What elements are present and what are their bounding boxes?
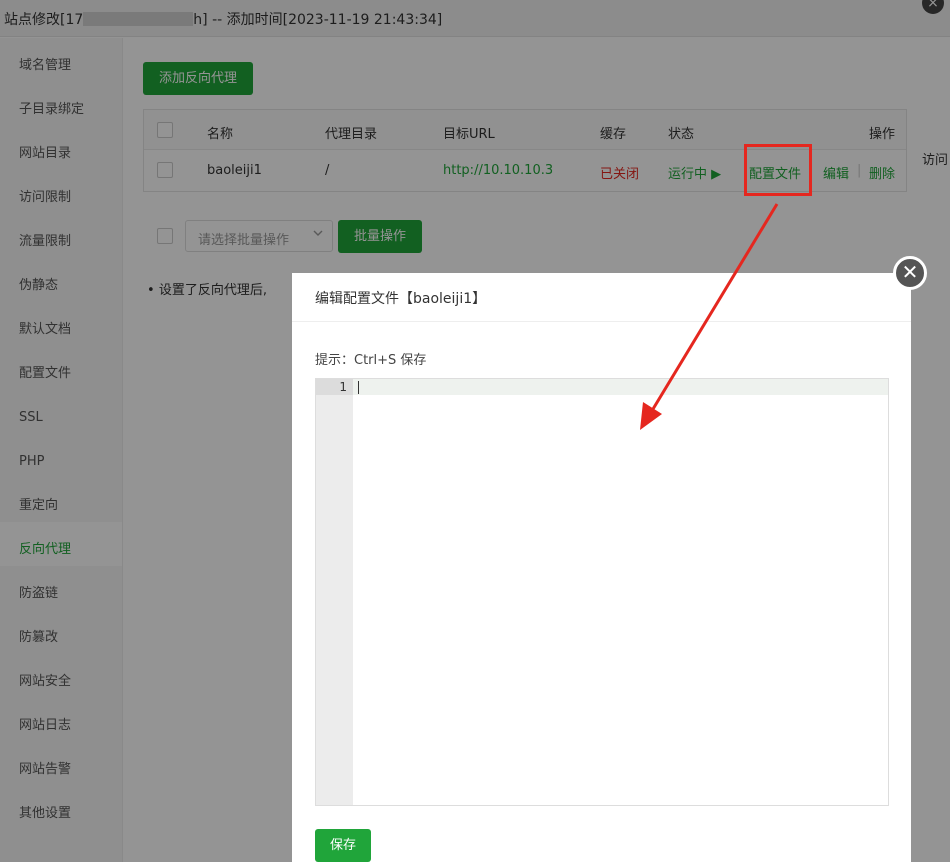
annotation-arrow-icon [640,203,779,430]
